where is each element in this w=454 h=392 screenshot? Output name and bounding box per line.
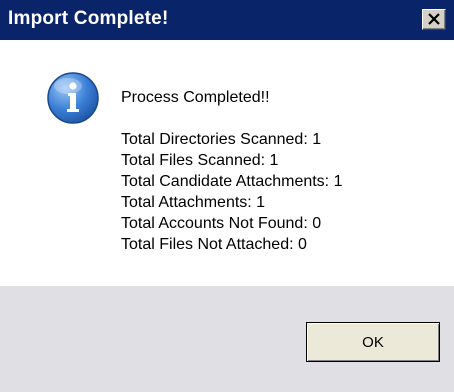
- title-bar[interactable]: Import Complete!: [0, 0, 454, 40]
- stat-line: Total Directories Scanned: 1: [121, 131, 322, 148]
- import-complete-dialog: Import Complete! Process Completed!! Tot…: [0, 0, 454, 392]
- stat-line: Total Files Not Attached: 0: [121, 236, 307, 253]
- ok-button-label: OK: [362, 333, 384, 351]
- close-icon: [428, 13, 440, 25]
- stat-line: Total Accounts Not Found: 0: [121, 215, 322, 232]
- close-button[interactable]: [422, 9, 446, 30]
- stat-line: Total Files Scanned: 1: [121, 152, 279, 169]
- headline: Process Completed!!: [121, 89, 270, 106]
- ok-button[interactable]: OK: [306, 322, 440, 362]
- info-icon: [47, 72, 99, 124]
- stat-line: Total Attachments: 1: [121, 194, 266, 211]
- window-title: Import Complete!: [8, 8, 169, 29]
- message-text: Process Completed!! Total Directories Sc…: [121, 87, 342, 255]
- stat-line: Total Candidate Attachments: 1: [121, 173, 343, 190]
